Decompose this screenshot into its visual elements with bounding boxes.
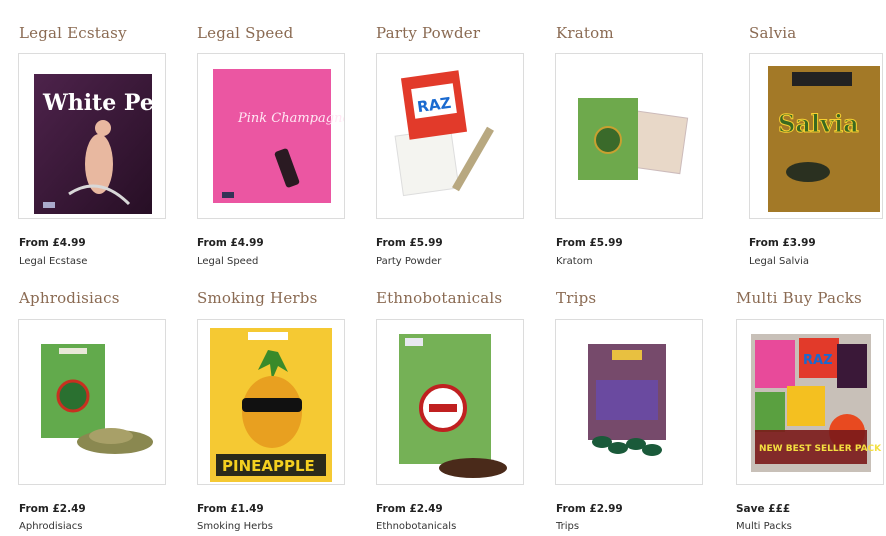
- category-title[interactable]: Multi Buy Packs: [736, 289, 862, 307]
- category-title[interactable]: Party Powder: [376, 24, 480, 42]
- product-image-smoking-herbs[interactable]: PINEAPPLE: [197, 319, 345, 485]
- product-image-trips[interactable]: [555, 319, 703, 485]
- price-label: Save £££: [736, 503, 791, 515]
- category-title[interactable]: Ethnobotanicals: [376, 289, 502, 307]
- price-label: From £5.99: [376, 237, 443, 249]
- price-label: From £2.49: [19, 503, 86, 515]
- product-name-link[interactable]: Ethnobotanicals: [376, 521, 456, 532]
- product-name-link[interactable]: Legal Salvia: [749, 256, 809, 267]
- product-image-multi-buy-packs[interactable]: RAZ NEW BEST SELLER PACK: [736, 319, 884, 485]
- pack-art-text: NEW BEST SELLER PACK: [759, 444, 882, 454]
- category-title[interactable]: Kratom: [556, 24, 614, 42]
- product-name-link[interactable]: Aphrodisiacs: [19, 521, 83, 532]
- category-title[interactable]: Salvia: [749, 24, 796, 42]
- product-category-grid: Legal Ecstasy White Pearls From £4.99 Le…: [0, 0, 886, 536]
- category-title[interactable]: Smoking Herbs: [197, 289, 317, 307]
- product-name-link[interactable]: Legal Speed: [197, 256, 258, 267]
- category-title[interactable]: Legal Ecstasy: [19, 24, 127, 42]
- product-name-link[interactable]: Legal Ecstase: [19, 256, 87, 267]
- price-label: From £3.99: [749, 237, 816, 249]
- product-name-link[interactable]: Smoking Herbs: [197, 521, 273, 532]
- product-name-link[interactable]: Kratom: [556, 256, 593, 267]
- pack-art-text: PINEAPPLE: [222, 457, 315, 475]
- price-label: From £4.99: [197, 237, 264, 249]
- product-name-link[interactable]: Multi Packs: [736, 521, 792, 532]
- category-title[interactable]: Aphrodisiacs: [19, 289, 120, 307]
- category-title[interactable]: Legal Speed: [197, 24, 293, 42]
- product-image-salvia[interactable]: Salvia: [749, 53, 883, 219]
- product-image-legal-speed[interactable]: Pink Champagne: [197, 53, 345, 219]
- product-image-party-powder[interactable]: RAZ: [376, 53, 524, 219]
- pack-art-text: Pink Champagne: [237, 111, 345, 126]
- price-label: From £4.99: [19, 237, 86, 249]
- price-label: From £2.99: [556, 503, 623, 515]
- product-image-aphrodisiacs[interactable]: [18, 319, 166, 485]
- pack-art-text: White Pearls: [42, 90, 166, 116]
- product-image-kratom[interactable]: [555, 53, 703, 219]
- product-name-link[interactable]: Trips: [556, 521, 579, 532]
- price-label: From £2.49: [376, 503, 443, 515]
- category-title[interactable]: Trips: [556, 289, 596, 307]
- pack-art-text: RAZ: [803, 353, 833, 368]
- price-label: From £1.49: [197, 503, 264, 515]
- price-label: From £5.99: [556, 237, 623, 249]
- pack-art-text: Salvia: [778, 109, 859, 138]
- product-name-link[interactable]: Party Powder: [376, 256, 441, 267]
- product-image-ethnobotanicals[interactable]: [376, 319, 524, 485]
- product-image-legal-ecstasy[interactable]: White Pearls: [18, 53, 166, 219]
